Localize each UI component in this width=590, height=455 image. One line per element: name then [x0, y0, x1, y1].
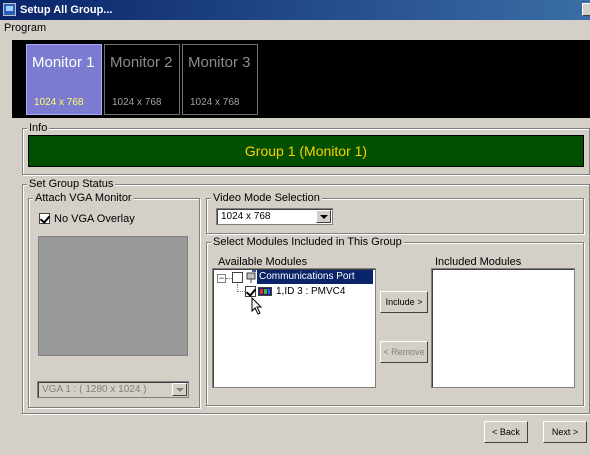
include-button[interactable]: Include >: [380, 291, 428, 313]
setup-window: Setup All Group... Program Monitor 1 102…: [0, 0, 590, 455]
mouse-cursor-icon: [251, 297, 263, 315]
video-mode-select[interactable]: 1024 x 768: [216, 208, 333, 225]
no-vga-overlay-checkbox[interactable]: [39, 213, 50, 224]
vga-select: VGA 1 : ( 1280 x 1024 ): [37, 381, 189, 398]
monitor-3-resolution: 1024 x 768: [190, 97, 240, 108]
set-group-status-legend: Set Group Status: [27, 178, 116, 190]
window-title: Setup All Group...: [20, 4, 113, 16]
video-mode-value: 1024 x 768: [221, 211, 271, 222]
tree-node-module[interactable]: 1,ID 3 : PMVC4: [276, 286, 345, 297]
monitor-1-name: Monitor 1: [32, 54, 95, 71]
info-legend: Info: [27, 122, 50, 134]
monitor-3-name: Monitor 3: [188, 54, 251, 71]
next-button[interactable]: Next >: [543, 421, 587, 443]
tree-collapse-icon[interactable]: −: [217, 274, 226, 283]
remove-button: < Remove: [380, 341, 428, 363]
window-control-button[interactable]: [582, 3, 590, 16]
monitor-1-resolution: 1024 x 768: [34, 97, 84, 108]
vga-preview-area: [38, 236, 188, 356]
monitor-2-name: Monitor 2: [110, 54, 173, 71]
monitor-strip: Monitor 1 1024 x 768 Monitor 2 1024 x 76…: [12, 40, 590, 118]
menu-program[interactable]: Program: [4, 22, 46, 34]
select-modules-legend: Select Modules Included in This Group: [211, 236, 404, 248]
group-info-banner: Group 1 (Monitor 1): [28, 135, 584, 167]
available-modules-label: Available Modules: [218, 256, 308, 268]
chevron-down-icon: [172, 383, 187, 396]
module-icon: [258, 287, 272, 296]
included-modules-label: Included Modules: [435, 256, 522, 268]
monitor-2-resolution: 1024 x 768: [112, 97, 162, 108]
vga-select-value: VGA 1 : ( 1280 x 1024 ): [42, 384, 147, 395]
serial-port-icon: [246, 270, 256, 283]
monitor-app-icon: [3, 3, 16, 16]
chevron-down-icon[interactable]: [316, 210, 331, 223]
monitor-2-tile[interactable]: Monitor 2 1024 x 768: [104, 44, 180, 115]
video-mode-legend: Video Mode Selection: [211, 192, 322, 204]
module-checkbox[interactable]: [245, 286, 256, 297]
menu-bar: Program: [0, 20, 590, 37]
tree-node-com-port[interactable]: Communications Port (COM 1): [257, 270, 373, 296]
included-modules-list[interactable]: [431, 268, 575, 388]
back-button[interactable]: < Back: [484, 421, 528, 443]
attach-vga-legend: Attach VGA Monitor: [33, 192, 134, 204]
com-port-checkbox[interactable]: [232, 272, 243, 283]
monitor-1-tile[interactable]: Monitor 1 1024 x 768: [26, 44, 102, 115]
monitor-3-tile[interactable]: Monitor 3 1024 x 768: [182, 44, 258, 115]
no-vga-overlay-label: No VGA Overlay: [54, 213, 135, 225]
title-bar: Setup All Group...: [0, 0, 590, 20]
